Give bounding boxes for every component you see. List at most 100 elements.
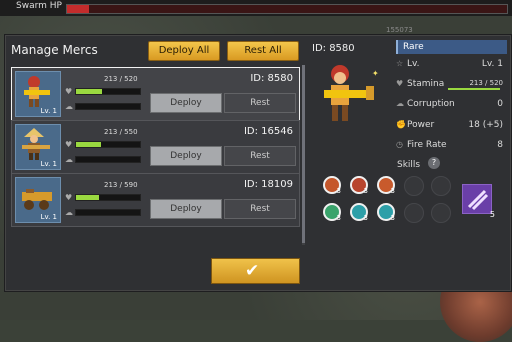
stat-label: Corruption xyxy=(407,99,455,109)
special-skill-glyph xyxy=(467,189,489,211)
deploy-all-button[interactable]: Deploy All xyxy=(148,41,220,61)
merc-hp-bar xyxy=(75,141,141,148)
stat-power: ✊ Power 18 (+5) xyxy=(396,118,507,133)
merc-hp-text: 213 / 550 xyxy=(104,128,138,136)
skills-label: Skills xyxy=(397,160,421,170)
skill-count: 3 xyxy=(336,214,341,222)
empty-skill-slot[interactable] xyxy=(431,176,451,196)
fist-icon[interactable]: 3 xyxy=(377,176,395,195)
power-icon: ✊ xyxy=(396,120,406,129)
spider-icon[interactable]: 3 xyxy=(350,176,368,195)
merc-hp-fill xyxy=(76,142,101,147)
heart-icon: ♥ xyxy=(396,79,404,88)
stat-corruption: ☁ Corruption 0 xyxy=(396,97,507,112)
gunner-straw-hat-icon xyxy=(22,128,50,160)
gunner-red-icon xyxy=(24,76,50,107)
merc-hp-text: 213 / 520 xyxy=(104,75,138,83)
skill-count: 3 xyxy=(390,187,395,195)
confirm-button[interactable]: ✔ xyxy=(211,258,300,284)
stamina-fill xyxy=(448,88,500,90)
stat-stamina: ♥ Stamina 213 / 520 xyxy=(396,77,507,92)
merc-row[interactable]: Lv. 1 213 / 590 ♥ ☁ ID: 18109 Deploy Res… xyxy=(11,173,300,227)
heart-icon: ♥ xyxy=(65,140,73,149)
stat-value: 213 / 520 xyxy=(469,79,503,87)
stat-value: 0 xyxy=(497,99,503,109)
rest-button[interactable]: Rest xyxy=(224,146,296,166)
skill-count: 3 xyxy=(390,214,395,222)
stat-value: 18 (+5) xyxy=(468,120,503,130)
deploy-button[interactable]: Deploy xyxy=(150,93,222,113)
swirl-icon[interactable]: 3 xyxy=(350,203,368,222)
skill-count: 3 xyxy=(336,187,341,195)
panel-title: Manage Mercs xyxy=(11,43,98,57)
stamina-bar xyxy=(448,88,500,90)
merc-list[interactable]: Lv. 1 213 / 520 ♥ ☁ ID: 8580 Deploy Rest… xyxy=(11,65,300,245)
corruption-icon: ☁ xyxy=(65,155,73,164)
merc-portrait: Lv. 1 xyxy=(15,177,61,223)
stat-value: Lv. 1 xyxy=(481,59,503,69)
checkmark-icon: ✔ xyxy=(245,261,260,281)
stat-label: Power xyxy=(407,120,435,130)
stat-label: Stamina xyxy=(407,79,445,89)
fire-rate-icon: ◷ xyxy=(396,140,403,149)
flex-icon[interactable]: 3 xyxy=(323,176,341,195)
merc-hp-fill xyxy=(76,195,100,200)
rest-button[interactable]: Rest xyxy=(224,93,296,113)
merc-list-scrollbar[interactable] xyxy=(302,65,305,245)
empty-skill-slot[interactable] xyxy=(404,176,424,196)
stat-level: ☆ Lv. Lv. 1 xyxy=(396,57,507,72)
empty-skill-slot[interactable] xyxy=(431,203,451,223)
rest-button[interactable]: Rest xyxy=(224,199,296,219)
detail-merc-id: ID: 8580 xyxy=(312,43,355,54)
stat-label: Fire Rate xyxy=(407,140,447,150)
corruption-icon: ☁ xyxy=(396,99,404,108)
rest-all-button[interactable]: Rest All xyxy=(227,41,299,61)
deploy-button[interactable]: Deploy xyxy=(150,199,222,219)
swarm-hp-fill xyxy=(67,5,89,13)
heart-icon: ♥ xyxy=(65,193,73,202)
heart-icon: ♥ xyxy=(65,87,73,96)
merc-level: Lv. 1 xyxy=(40,160,57,168)
skill-count: 3 xyxy=(363,214,368,222)
skill-count: 3 xyxy=(363,187,368,195)
help-button[interactable]: ? xyxy=(428,157,440,169)
stat-value: 8 xyxy=(497,140,503,150)
deploy-button[interactable]: Deploy xyxy=(150,146,222,166)
merc-id: ID: 18109 xyxy=(243,179,293,190)
cannon-icon xyxy=(22,189,52,210)
merc-level: Lv. 1 xyxy=(40,107,57,115)
merc-hp-fill xyxy=(76,89,103,94)
merc-row[interactable]: Lv. 1 213 / 520 ♥ ☁ ID: 8580 Deploy Rest xyxy=(11,67,300,121)
merc-row[interactable]: Lv. 1 213 / 550 ♥ ☁ ID: 16546 Deploy Res… xyxy=(11,120,300,174)
swarm-hp-label: Swarm HP xyxy=(16,1,62,11)
swarm-hp-bar: Swarm HP xyxy=(0,0,512,16)
corruption-icon: ☁ xyxy=(65,208,73,217)
merc-id: ID: 16546 xyxy=(243,126,293,137)
svg-text:✦: ✦ xyxy=(372,69,379,78)
rarity-badge: Rare xyxy=(396,40,507,54)
star-icon: ☆ xyxy=(396,59,404,68)
merc-hp-text: 213 / 590 xyxy=(104,181,138,189)
swarm-hp-meter xyxy=(66,4,508,14)
swirl-icon[interactable]: 3 xyxy=(377,203,395,222)
merc-id: ID: 8580 xyxy=(250,73,293,84)
merc-level: Lv. 1 xyxy=(40,213,57,221)
merc-hero-sprite: ✦ xyxy=(318,62,380,136)
corruption-icon: ☁ xyxy=(65,102,73,111)
merc-stamina-bar xyxy=(75,156,141,163)
background-counter: 155073 xyxy=(386,26,413,34)
stat-label: Lv. xyxy=(407,59,420,69)
empty-skill-slot[interactable] xyxy=(404,203,424,223)
stat-fire-rate: ◷ Fire Rate 8 xyxy=(396,138,507,153)
slash-icon[interactable]: 5 xyxy=(462,184,495,219)
merc-portrait: Lv. 1 xyxy=(15,124,61,170)
gunner-red-icon: ✦ xyxy=(324,65,379,121)
merc-stamina-bar xyxy=(75,103,141,110)
skill-count: 5 xyxy=(489,210,495,219)
scrollbar-thumb[interactable] xyxy=(302,65,305,243)
merc-portrait: Lv. 1 xyxy=(15,71,61,117)
merc-hp-bar xyxy=(75,88,141,95)
merc-stamina-bar xyxy=(75,209,141,216)
merc-hp-bar xyxy=(75,194,141,201)
shield-heal-icon[interactable]: 3 xyxy=(323,203,341,222)
